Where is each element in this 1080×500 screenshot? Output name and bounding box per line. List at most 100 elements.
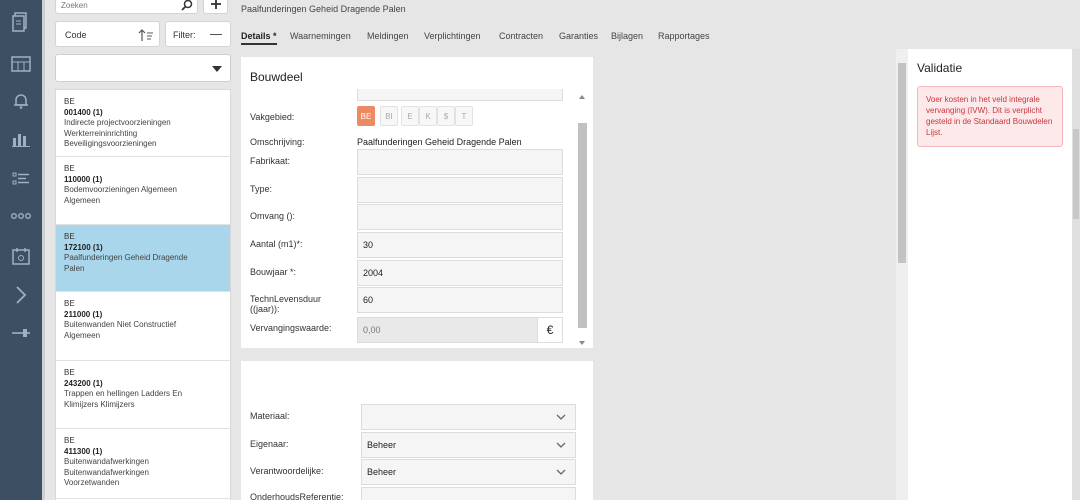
type-label: Type:	[250, 184, 273, 194]
materiaal-dropdown[interactable]	[361, 404, 576, 430]
materiaal-label: Materiaal:	[250, 411, 290, 421]
search-box	[55, 0, 198, 14]
search-input[interactable]	[61, 0, 171, 11]
scroll-thumb[interactable]	[578, 123, 587, 328]
plus-icon	[210, 0, 221, 9]
tab-rapportages[interactable]: Rapportages	[658, 31, 710, 41]
category-dropdown[interactable]	[55, 54, 231, 82]
chevron-right-icon[interactable]	[9, 283, 33, 307]
verantwoordelijke-dropdown[interactable]: Beheer	[361, 459, 576, 485]
technlevensduur-field[interactable]: 60	[357, 287, 563, 313]
item-code: 243200 (1)	[64, 379, 103, 388]
add-button[interactable]	[203, 0, 228, 14]
item-type: BE	[64, 368, 75, 377]
right-scroll-thumb[interactable]	[1073, 129, 1079, 219]
item-code: 110000 (1)	[64, 175, 103, 184]
item-description-line: Algemeen	[64, 330, 101, 340]
list-item[interactable]: BE 411300 (1) Buitenwandafwerkingen Buit…	[56, 429, 230, 499]
technlevensduur-label-line1: TechnLevensduur	[250, 294, 322, 304]
calendar-icon[interactable]	[9, 244, 33, 268]
tab-verplichtingen[interactable]: Verplichtingen	[424, 31, 481, 41]
tab-details[interactable]: Details *	[241, 31, 277, 45]
item-type: BE	[64, 436, 75, 445]
map-icon[interactable]	[9, 52, 33, 76]
scroll-up-icon[interactable]	[579, 95, 585, 99]
filter-empty-indicator	[210, 34, 222, 35]
bouwdeel-title: Bouwdeel	[250, 70, 303, 84]
bell-icon[interactable]	[9, 89, 33, 113]
tab-meldingen[interactable]: Meldingen	[367, 31, 409, 41]
checklist-icon[interactable]	[9, 167, 33, 191]
item-code: 411300 (1)	[64, 447, 103, 456]
sort-ascending-icon[interactable]	[138, 28, 154, 44]
filter-label: Filter:	[173, 30, 196, 40]
onderhoudsreferentie-field[interactable]	[361, 487, 576, 500]
vakgebied-option-e[interactable]: E	[401, 106, 419, 126]
item-description-line: Buitenwandafwerkingen	[64, 457, 149, 466]
vakgebied-option-be[interactable]: BE	[357, 106, 375, 126]
vakgebied-option-bi[interactable]: BI	[380, 106, 398, 126]
vakgebied-option-k[interactable]: K	[419, 106, 437, 126]
sort-control[interactable]: Code	[55, 21, 160, 47]
type-field[interactable]	[357, 177, 563, 203]
caret-down-icon	[212, 66, 222, 72]
omvang-field[interactable]	[357, 204, 563, 230]
item-code: 172100 (1)	[64, 243, 103, 252]
validatie-panel: Validatie Voer kosten in het veld integr…	[908, 49, 1072, 500]
vakgebied-option-t[interactable]: T	[455, 106, 473, 126]
tab-waarnemingen[interactable]: Waarnemingen	[290, 31, 351, 41]
more-dots-icon[interactable]	[9, 204, 33, 228]
sort-label: Code	[65, 30, 87, 40]
omvang-label: Omvang ():	[250, 211, 296, 221]
fabrikaat-field[interactable]	[357, 149, 563, 175]
item-code: 211000 (1)	[64, 310, 103, 319]
item-description-line: Palen	[64, 263, 85, 273]
technlevensduur-label: TechnLevensduur ((jaar)):	[250, 294, 321, 314]
bouwdeel-list: BE 001400 (1) Indirecte projectvoorzieni…	[55, 89, 231, 500]
vervangingswaarde-field[interactable]: 0,00	[357, 317, 538, 343]
eigenaar-dropdown[interactable]: Beheer	[361, 432, 576, 458]
left-rail	[0, 0, 42, 500]
list-item-selected[interactable]: BE 172100 (1) Paalfunderingen Geheid Dra…	[56, 225, 230, 292]
item-description-line: Paalfunderingen Geheid Dragende	[64, 253, 188, 262]
item-description-line: Bodemvoorzieningen Algemeen	[64, 185, 177, 194]
list-item[interactable]: BE 211000 (1) Buitenwanden Niet Construc…	[56, 292, 230, 361]
main-scroll-thumb[interactable]	[898, 63, 906, 263]
filter-control[interactable]: Filter:	[165, 21, 231, 47]
list-item[interactable]: BE 001400 (1) Indirecte projectvoorzieni…	[56, 90, 230, 157]
item-code: 001400 (1)	[64, 108, 103, 117]
item-description-line: Buitenwanden Niet Constructief	[64, 320, 177, 329]
bar-chart-icon[interactable]	[9, 127, 33, 151]
omschrijving-label: Omschrijving:	[250, 137, 305, 147]
pin-icon[interactable]	[9, 321, 33, 345]
chevron-down-icon	[556, 441, 566, 451]
item-description-line: Voorzetwanden	[64, 478, 120, 487]
aantal-label: Aantal (m1)*:	[250, 239, 303, 249]
bouwjaar-label: Bouwjaar *:	[250, 267, 297, 277]
fabrikaat-label: Fabrikaat:	[250, 156, 291, 166]
vakgebied-label: Vakgebied:	[250, 112, 295, 122]
tab-contracten[interactable]: Contracten	[499, 31, 543, 41]
bouwjaar-field[interactable]: 2004	[357, 260, 563, 286]
tab-bijlagen[interactable]: Bijlagen	[611, 31, 643, 41]
list-item[interactable]: BE 110000 (1) Bodemvoorzieningen Algemee…	[56, 157, 230, 225]
right-scrollbar[interactable]	[1072, 49, 1080, 500]
rail-divider	[42, 0, 45, 500]
item-description-line: Algemeen	[64, 195, 101, 205]
list-item[interactable]: BE 243200 (1) Trappen en hellingen Ladde…	[56, 361, 230, 429]
aantal-field[interactable]: 30	[357, 232, 563, 258]
tab-garanties[interactable]: Garanties	[559, 31, 598, 41]
onderhoudsreferentie-label: OnderhoudsReferentie:	[250, 492, 344, 500]
item-description-line: Werkterreininrichting	[64, 128, 138, 138]
breadcrumb: Paalfunderingen Geheid Dragende Palen	[241, 4, 406, 14]
form-scrollbar[interactable]	[578, 95, 587, 345]
vakgebied-option-s[interactable]: $	[437, 106, 455, 126]
scroll-down-icon[interactable]	[579, 341, 585, 345]
verantwoordelijke-label: Verantwoordelijke:	[250, 466, 324, 476]
technlevensduur-label-line2: ((jaar)):	[250, 304, 280, 314]
vervangingswaarde-label: Vervangingswaarde:	[250, 323, 332, 333]
documents-icon[interactable]	[9, 10, 33, 34]
search-icon[interactable]	[181, 0, 193, 13]
partial-field[interactable]	[357, 89, 563, 101]
main-scrollbar[interactable]	[896, 49, 908, 500]
